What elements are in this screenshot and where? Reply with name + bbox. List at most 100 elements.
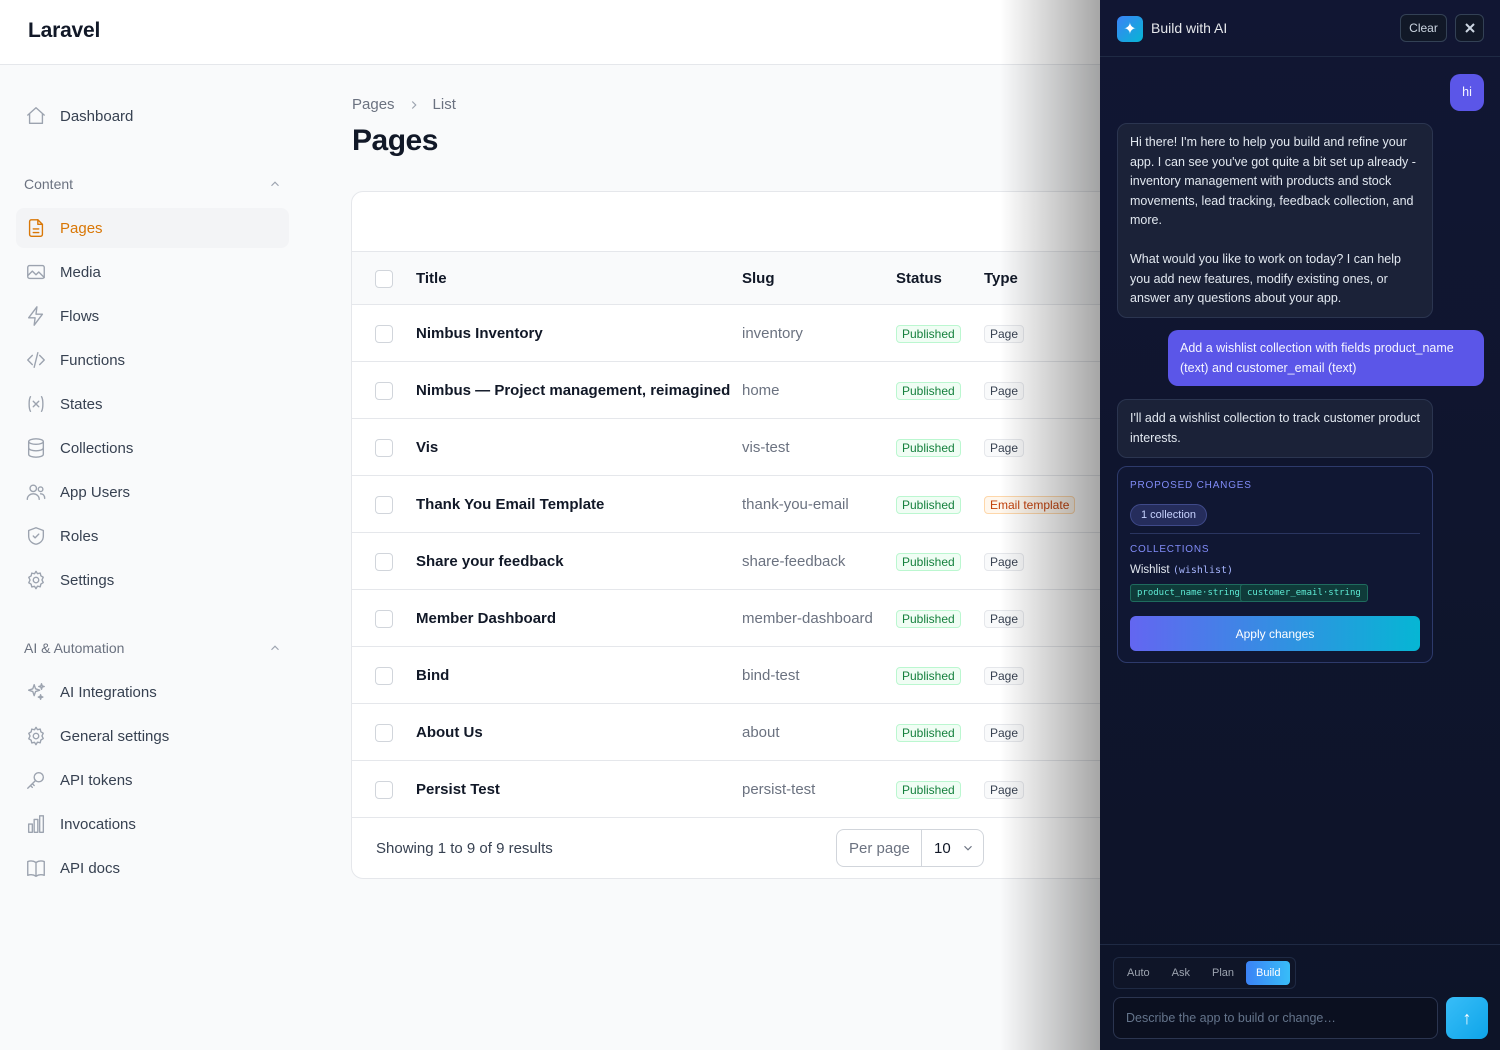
sidebar-item-label: Flows	[60, 307, 100, 325]
ai-panel-title: Build with AI	[1151, 20, 1228, 36]
collections-section-heading: COLLECTIONS	[1130, 544, 1210, 555]
column-header-status[interactable]: Status	[896, 270, 942, 287]
type-badge: Page	[984, 667, 1025, 685]
document-icon	[24, 216, 48, 240]
users-icon	[24, 480, 48, 504]
row-checkbox[interactable]	[375, 325, 393, 343]
cell-title[interactable]: Nimbus — Project management, reimagined	[416, 382, 730, 399]
collection-key: (wishlist)	[1172, 565, 1234, 576]
status-badge: Published	[896, 382, 961, 400]
cell-title[interactable]: Nimbus Inventory	[416, 325, 543, 342]
proposed-changes-card: PROPOSED CHANGES 1 collection COLLECTION…	[1117, 466, 1433, 663]
assistant-message: I'll add a wishlist collection to track …	[1117, 399, 1433, 458]
collection-name: Wishlist (wishlist)	[1130, 564, 1233, 576]
row-checkbox[interactable]	[375, 439, 393, 457]
status-badge: Published	[896, 439, 961, 457]
per-page-select[interactable]: Per page 10	[836, 829, 984, 867]
sidebar-item-api-tokens[interactable]: API tokens	[16, 760, 289, 800]
cell-title[interactable]: Member Dashboard	[416, 610, 556, 627]
row-checkbox[interactable]	[375, 553, 393, 571]
field-tag: product_name·string	[1130, 584, 1247, 602]
close-icon	[1464, 23, 1475, 33]
key-icon	[24, 768, 48, 792]
sparkle-icon: ✦	[1117, 16, 1143, 42]
row-checkbox[interactable]	[375, 781, 393, 799]
sidebar-item-flows[interactable]: Flows	[16, 296, 289, 336]
cell-title[interactable]: Thank You Email Template	[416, 496, 604, 513]
cell-slug: bind-test	[742, 667, 800, 684]
sidebar-item-functions[interactable]: Functions	[16, 340, 289, 380]
ai-build-panel: ✦ Build with AI Clear hi Hi there! I'm h…	[1100, 0, 1500, 1050]
sidebar-item-roles[interactable]: Roles	[16, 516, 289, 556]
status-badge: Published	[896, 553, 961, 571]
sidebar-item-label: States	[60, 395, 103, 413]
cell-title[interactable]: Vis	[416, 439, 438, 456]
close-button[interactable]	[1455, 14, 1484, 42]
mode-plan[interactable]: Plan	[1202, 961, 1244, 985]
sidebar-group-ai-automation[interactable]: AI & Automation	[24, 636, 282, 660]
ai-panel-header: ✦ Build with AI Clear	[1100, 0, 1500, 57]
assistant-message: Hi there! I'm here to help you build and…	[1117, 123, 1433, 318]
sidebar-group-label: Content	[24, 176, 74, 192]
sidebar-item-collections[interactable]: Collections	[16, 428, 289, 468]
column-header-slug[interactable]: Slug	[742, 270, 775, 287]
status-badge: Published	[896, 610, 961, 628]
cell-title[interactable]: Bind	[416, 667, 449, 684]
row-checkbox[interactable]	[375, 610, 393, 628]
sidebar-group-content[interactable]: Content	[24, 172, 282, 196]
sidebar-item-api-docs[interactable]: API docs	[16, 848, 289, 888]
sidebar-item-states[interactable]: States	[16, 384, 289, 424]
cell-title[interactable]: About Us	[416, 724, 483, 741]
sidebar-item-general-settings[interactable]: General settings	[16, 716, 289, 756]
row-checkbox[interactable]	[375, 724, 393, 742]
sidebar-item-invocations[interactable]: Invocations	[16, 804, 289, 844]
status-badge: Published	[896, 667, 961, 685]
user-message: Add a wishlist collection with fields pr…	[1168, 330, 1484, 386]
sidebar-item-media[interactable]: Media	[16, 252, 289, 292]
status-badge: Published	[896, 325, 961, 343]
clear-button[interactable]: Clear	[1400, 14, 1447, 42]
cell-slug: thank-you-email	[742, 496, 849, 513]
column-header-title[interactable]: Title	[416, 270, 447, 287]
brand-logo[interactable]: Laravel	[28, 19, 100, 43]
send-button[interactable]: ↑	[1446, 997, 1488, 1039]
sidebar-item-label: Settings	[60, 571, 115, 589]
cell-slug: inventory	[742, 325, 803, 342]
sidebar-item-label: API docs	[60, 859, 121, 877]
book-icon	[24, 856, 48, 880]
mode-auto[interactable]: Auto	[1117, 961, 1160, 985]
prompt-input[interactable]	[1113, 997, 1438, 1039]
sidebar-item-settings[interactable]: Settings	[16, 560, 289, 600]
cell-title[interactable]: Share your feedback	[416, 553, 564, 570]
home-icon	[24, 104, 48, 128]
user-message: hi	[1450, 74, 1484, 111]
gear-icon	[24, 724, 48, 748]
sidebar-item-pages[interactable]: Pages	[16, 208, 289, 248]
sidebar-item-dashboard[interactable]: Dashboard	[16, 96, 289, 136]
column-header-type[interactable]: Type	[984, 270, 1018, 287]
type-badge: Page	[984, 781, 1025, 799]
mode-build[interactable]: Build	[1246, 961, 1291, 985]
collection-label: Wishlist	[1130, 564, 1170, 576]
per-page-value[interactable]: 10	[922, 840, 975, 857]
sidebar-item-ai-integrations[interactable]: AI Integrations	[16, 672, 289, 712]
row-checkbox[interactable]	[375, 496, 393, 514]
select-all-checkbox[interactable]	[375, 270, 393, 288]
cell-slug: about	[742, 724, 780, 741]
cell-title[interactable]: Persist Test	[416, 781, 500, 798]
sidebar-item-label: App Users	[60, 483, 131, 501]
mode-switcher: Auto Ask Plan Build	[1113, 957, 1297, 989]
sidebar-item-app-users[interactable]: App Users	[16, 472, 289, 512]
row-checkbox[interactable]	[375, 382, 393, 400]
bar-chart-icon	[24, 812, 48, 836]
sidebar-item-label: Media	[60, 263, 101, 281]
chevron-down-icon	[963, 845, 972, 851]
mode-ask[interactable]: Ask	[1162, 961, 1200, 985]
sidebar-item-label: Functions	[60, 351, 126, 369]
type-badge: Email template	[984, 496, 1076, 514]
row-checkbox[interactable]	[375, 667, 393, 685]
apply-changes-button[interactable]: Apply changes	[1130, 616, 1420, 651]
chevron-up-icon	[271, 181, 279, 187]
sparkles-icon	[24, 680, 48, 704]
breadcrumb-item-pages[interactable]: Pages	[352, 96, 395, 113]
